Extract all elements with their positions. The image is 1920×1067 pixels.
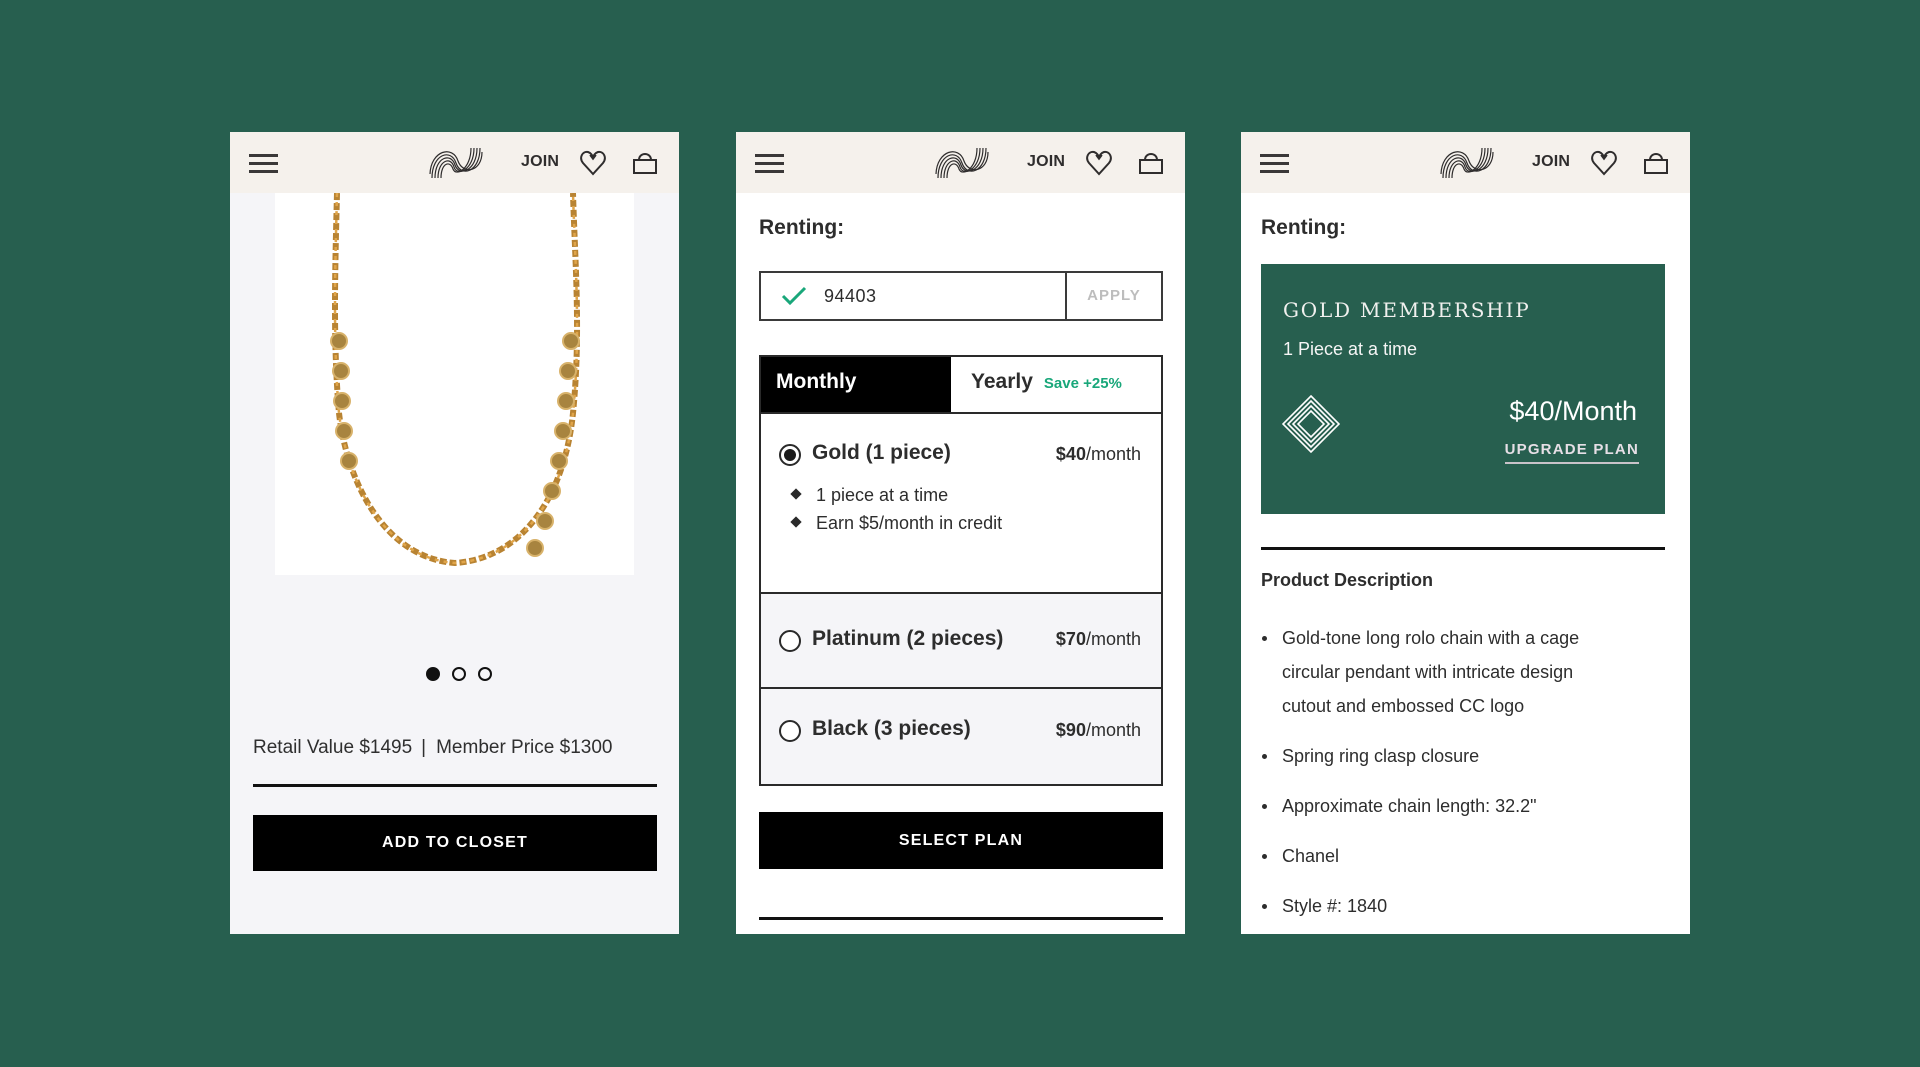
top-nav: JOIN (1241, 132, 1690, 193)
bullet-diamond-icon (790, 516, 802, 528)
membership-price: $40/Month (1509, 396, 1637, 426)
plan-list: Gold (1 piece) $40/month 1 piece at a ti… (759, 412, 1163, 786)
heart-icon[interactable] (580, 149, 606, 177)
renting-label: Renting: (1261, 216, 1347, 239)
member-price: Member Price $1300 (436, 737, 613, 758)
tab-yearly[interactable]: Yearly Save +25% (951, 357, 1161, 412)
plan-feature: 1 piece at a time (790, 485, 949, 506)
necklace-image (330, 192, 581, 567)
plan-option-black[interactable]: Black (3 pieces) $90/month (761, 689, 1161, 784)
carousel-dot[interactable] (452, 667, 466, 681)
carousel-dot[interactable] (426, 667, 440, 681)
membership-subtitle: 1 Piece at a time (1283, 339, 1418, 359)
radio-selected[interactable] (779, 444, 801, 466)
brand-logo-icon[interactable] (429, 144, 483, 182)
hamburger-menu-icon[interactable] (249, 154, 278, 174)
shopping-bag-icon[interactable] (1643, 149, 1669, 175)
divider (759, 917, 1163, 920)
join-link[interactable]: JOIN (1027, 153, 1065, 171)
plan-name: Gold (1 piece) (812, 441, 951, 464)
membership-title: GOLD MEMBERSHIP (1283, 298, 1531, 322)
plan-option-platinum[interactable]: Platinum (2 pieces) $70/month (761, 594, 1161, 689)
join-link[interactable]: JOIN (521, 153, 559, 171)
plan-price: $70/month (1056, 629, 1141, 650)
plan-price: $40/month (1056, 444, 1141, 465)
description-item: Chanel (1261, 839, 1661, 873)
description-item: Approximate chain length: 32.2" (1261, 789, 1661, 823)
radio-unselected[interactable] (779, 720, 801, 742)
plan-price-amount: $40 (1055, 444, 1086, 464)
price-info: Retail Value $1495 | Member Price $1300 (253, 737, 612, 759)
diamond-icon (1282, 395, 1340, 453)
zip-code-value[interactable]: 94403 (824, 286, 877, 307)
save-badge: Save +25% (1043, 375, 1122, 392)
shopping-bag-icon[interactable] (632, 149, 658, 175)
top-nav: JOIN (230, 132, 679, 193)
plan-price-unit: /month (1085, 720, 1141, 740)
plan-selection-screen: JOIN Renting: 94403 APPLY Monthly Yearly… (736, 132, 1185, 934)
heart-icon[interactable] (1591, 149, 1617, 177)
plan-feature-text: 1 piece at a time (816, 485, 949, 505)
price-separator: | (421, 737, 427, 758)
plan-price-unit: /month (1085, 629, 1141, 649)
plan-name: Platinum (2 pieces) (812, 627, 1004, 650)
apply-button[interactable]: APPLY (1065, 273, 1161, 319)
plan-feature: Earn $5/month in credit (790, 513, 1003, 534)
plan-price-amount: $70 (1055, 629, 1086, 649)
carousel-dot[interactable] (478, 667, 492, 681)
product-image[interactable] (275, 192, 634, 575)
description-item: Spring ring clasp closure (1261, 739, 1661, 773)
tab-monthly[interactable]: Monthly (761, 357, 951, 412)
plan-price-unit: /month (1085, 444, 1141, 464)
plan-name: Black (3 pieces) (812, 717, 971, 740)
select-plan-button[interactable]: SELECT PLAN (759, 812, 1163, 869)
add-to-closet-button[interactable]: ADD TO CLOSET (253, 815, 657, 871)
divider (1261, 547, 1665, 550)
description-item: Gold-tone long rolo chain with a cage ci… (1261, 621, 1621, 723)
brand-logo-icon[interactable] (1440, 144, 1494, 182)
hamburger-menu-icon[interactable] (1260, 154, 1289, 174)
description-item: Style #: 1840 (1261, 889, 1661, 923)
plan-option-gold[interactable]: Gold (1 piece) $40/month 1 piece at a ti… (761, 414, 1161, 594)
retail-value: Retail Value $1495 (253, 737, 413, 758)
join-link[interactable]: JOIN (1532, 153, 1570, 171)
upgrade-plan-link[interactable]: UPGRADE PLAN (1504, 441, 1639, 464)
membership-card: GOLD MEMBERSHIP 1 Piece at a time $40/Mo… (1261, 264, 1665, 514)
bullet-diamond-icon (790, 488, 802, 500)
top-nav: JOIN (736, 132, 1185, 193)
plan-price: $90/month (1056, 720, 1141, 741)
plan-price-amount: $90 (1055, 720, 1086, 740)
tab-monthly-label: Monthly (776, 370, 857, 393)
hamburger-menu-icon[interactable] (755, 154, 784, 174)
billing-tabs: Monthly Yearly Save +25% (759, 355, 1163, 412)
brand-logo-icon[interactable] (935, 144, 989, 182)
divider (253, 784, 657, 787)
radio-unselected[interactable] (779, 630, 801, 652)
renting-label: Renting: (759, 216, 845, 239)
zip-code-field[interactable]: 94403 APPLY (759, 271, 1163, 321)
checkmark-icon (781, 286, 807, 306)
membership-screen: JOIN Renting: GOLD MEMBERSHIP 1 Piece at… (1241, 132, 1690, 934)
plan-feature-text: Earn $5/month in credit (816, 513, 1003, 533)
heart-icon[interactable] (1086, 149, 1112, 177)
tab-yearly-label: Yearly (971, 370, 1033, 393)
product-description-title: Product Description (1261, 570, 1434, 590)
product-description-list: Gold-tone long rolo chain with a cage ci… (1261, 621, 1661, 934)
product-screen: JOIN Retail Value $1495 | Member Price $… (230, 132, 679, 934)
shopping-bag-icon[interactable] (1138, 149, 1164, 175)
